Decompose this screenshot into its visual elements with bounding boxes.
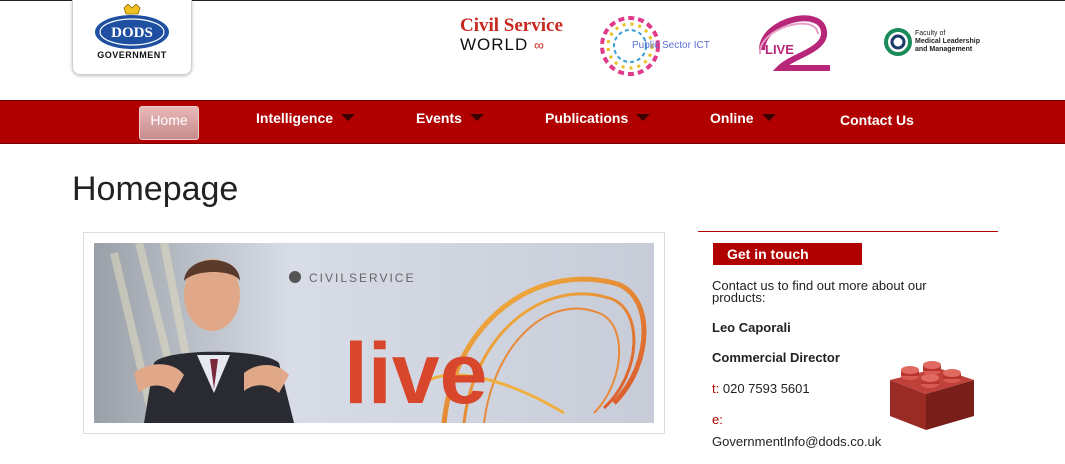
phone-label: t: <box>712 381 720 396</box>
nav-events[interactable]: Events <box>416 101 484 143</box>
email-label: e: <box>712 412 723 427</box>
dods-government-logo[interactable]: DODS GOVERNMENT <box>72 0 192 75</box>
csw-line2: WORLD ∞ <box>460 35 545 54</box>
contact-email[interactable]: GovernmentInfo@dods.co.uk <box>712 434 881 449</box>
chevron-down-icon <box>761 114 776 121</box>
logo-subtitle: GOVERNMENT <box>97 50 167 60</box>
get-in-touch-heading: Get in touch <box>713 243 862 265</box>
sidebar-divider <box>698 231 998 232</box>
psi-text: Public Sector ICT <box>632 40 710 51</box>
live-logo-text: LIVE <box>765 42 794 57</box>
hero-photo: CIVILSERVICE live <box>94 243 654 423</box>
nav-contact-us[interactable]: Contact Us <box>840 103 914 145</box>
nav-intelligence[interactable]: Intelligence <box>256 101 356 143</box>
csw-swirl-icon: ∞ <box>534 37 545 53</box>
hero-image[interactable]: CIVILSERVICE live <box>94 243 654 423</box>
chevron-down-icon <box>341 114 356 121</box>
logo-brand-text: DODS <box>111 25 153 41</box>
contact-role: Commercial Director <box>712 350 840 365</box>
fmlm-logo[interactable]: Faculty of Medical Leadership and Manage… <box>884 28 1004 62</box>
chevron-down-icon <box>469 114 484 121</box>
dods-crest-icon: DODS <box>95 4 169 49</box>
sidebar-intro: Contact us to find out more about our pr… <box>712 278 927 305</box>
nav-publications[interactable]: Publications <box>545 101 651 143</box>
public-sector-ict-logo[interactable]: Public Sector ICT <box>596 12 736 80</box>
hero-banner-word: live <box>344 326 487 422</box>
chevron-down-icon <box>636 114 651 121</box>
lego-brick-icon <box>890 361 974 430</box>
live-swoosh-icon: LIVE <box>758 15 830 71</box>
main-nav: Home Intelligence Events Publications On… <box>0 100 1065 144</box>
contact-name: Leo Caporali <box>712 320 791 335</box>
page-title: Homepage <box>72 170 239 208</box>
contact-phone: t: 020 7593 5601 <box>712 381 810 396</box>
hero-frame: CIVILSERVICE live <box>83 232 665 434</box>
nav-home[interactable]: Home <box>139 106 199 140</box>
fmlm-text: Faculty of Medical Leadership and Manage… <box>915 30 980 53</box>
live-event-logo[interactable]: LIVE <box>752 10 832 76</box>
hero-banner-text: CIVILSERVICE <box>309 271 415 285</box>
phone-number[interactable]: 020 7593 5601 <box>723 381 810 396</box>
crest-icon <box>289 271 301 283</box>
nav-online[interactable]: Online <box>710 101 776 143</box>
civil-service-world-logo[interactable]: Civil Service WORLD ∞ <box>460 16 570 56</box>
fmlm-ring-icon <box>884 28 912 56</box>
site-header: DODS GOVERNMENT Civil Service WORLD ∞ Pu… <box>0 0 1065 100</box>
csw-line1: Civil Service <box>460 15 563 36</box>
